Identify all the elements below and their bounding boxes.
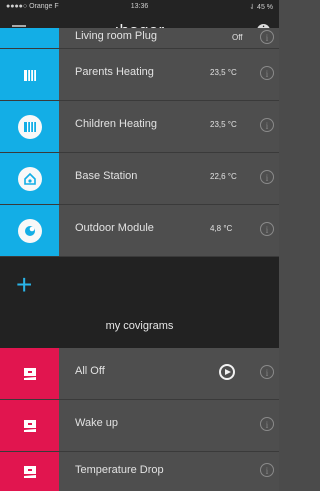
info-outline-icon[interactable]: i [260, 463, 274, 477]
covigram-row-all-off[interactable]: All Off i [0, 348, 279, 400]
base-station-icon [0, 153, 59, 204]
device-value: 4,8 °C [210, 224, 233, 233]
status-bar: ●●●●○ Orange F 13:36 ⇃ 45 % [0, 0, 279, 14]
info-outline-icon[interactable]: i [260, 417, 274, 431]
device-row-base-station[interactable]: Base Station 22,6 °C i [0, 153, 279, 205]
covigram-row-wake-up[interactable]: Wake up i [0, 400, 279, 452]
heating-icon [0, 49, 59, 100]
device-row-outdoor-module[interactable]: Outdoor Module 4,8 °C i [0, 205, 279, 257]
device-row-parents-heating[interactable]: Parents Heating 23,5 °C i [0, 49, 279, 101]
device-label: Living room Plug [75, 30, 157, 42]
info-outline-icon[interactable]: i [260, 118, 274, 132]
add-icon[interactable]: + [16, 269, 32, 301]
device-label: Parents Heating [75, 66, 154, 78]
device-row-children-heating[interactable]: Children Heating 23,5 °C i [0, 101, 279, 153]
device-label: Children Heating [75, 118, 157, 130]
covigram-icon [0, 400, 59, 451]
device-label: Outdoor Module [75, 222, 154, 234]
info-outline-icon[interactable]: i [260, 170, 274, 184]
covigram-label: Temperature Drop [75, 464, 164, 476]
outdoor-module-icon [0, 205, 59, 256]
clock: 13:36 [130, 3, 149, 10]
covigram-row-temperature-drop[interactable]: Temperature Drop i [0, 452, 279, 491]
covigram-icon [0, 452, 59, 491]
device-value: 23,5 °C [210, 120, 237, 129]
device-value: 23,5 °C [210, 68, 237, 77]
info-outline-icon[interactable]: i [260, 365, 274, 379]
info-outline-icon[interactable]: i [260, 30, 274, 44]
covigram-label: All Off [75, 365, 105, 377]
info-outline-icon[interactable]: i [260, 222, 274, 236]
play-icon[interactable] [219, 364, 235, 380]
covigram-icon [0, 348, 59, 399]
device-row-living-room-plug[interactable]: Living room Plug Off i [0, 28, 279, 49]
device-value: 22,6 °C [210, 172, 237, 181]
covigram-label: Wake up [75, 417, 119, 429]
info-outline-icon[interactable]: i [260, 66, 274, 80]
battery-indicator: ⇃ 45 % [249, 4, 273, 11]
add-device-bar: + [0, 257, 279, 314]
plug-icon [0, 28, 59, 48]
device-label: Base Station [75, 170, 138, 182]
device-value: Off [232, 33, 243, 42]
heating-icon [0, 101, 59, 152]
section-title: my covigrams [105, 320, 174, 332]
